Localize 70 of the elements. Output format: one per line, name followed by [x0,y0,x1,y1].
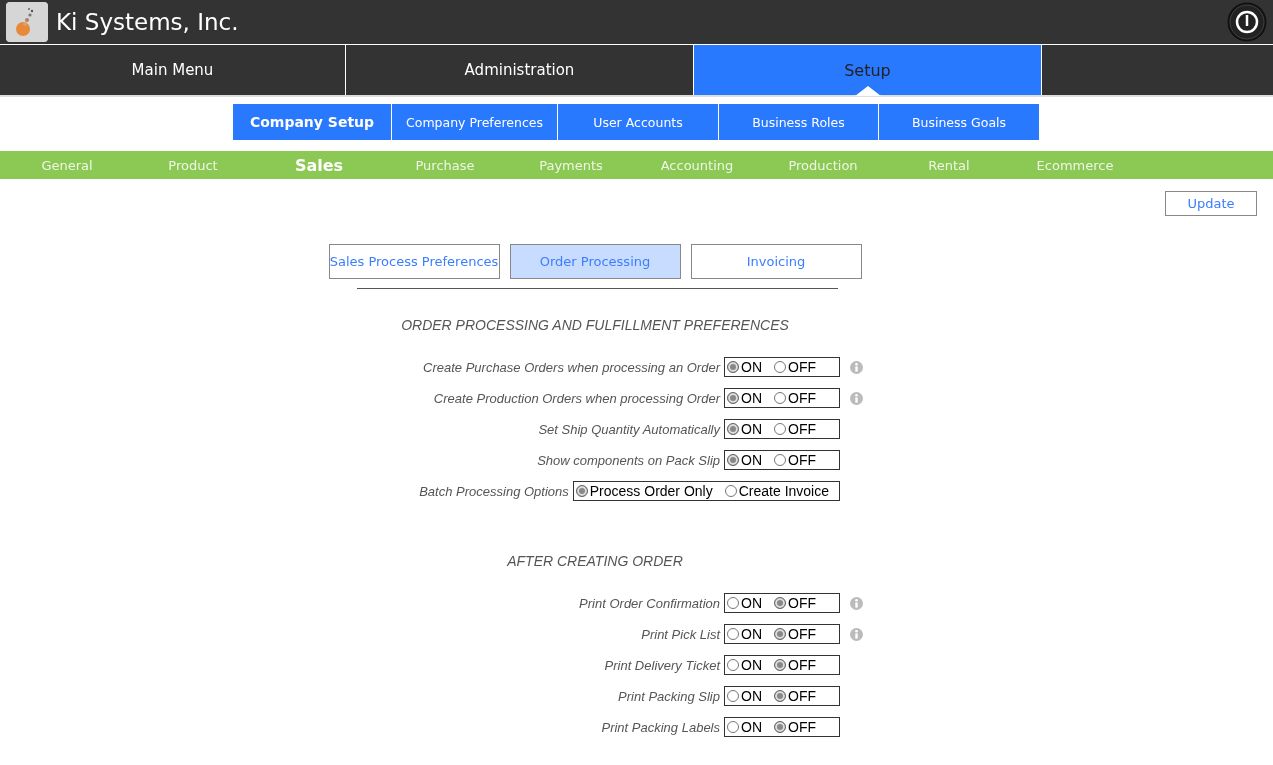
option-label: ON [741,657,762,673]
setting-label: Show components on Pack Slip [536,452,721,468]
setting-label: Create Production Orders when processing Order [432,390,722,406]
radio-button[interactable] [727,361,739,373]
option-label: ON [741,421,762,437]
logo-icon [6,2,48,42]
radio-button[interactable] [727,423,739,435]
radio-button[interactable] [727,721,739,733]
option-label: Process Order Only [589,483,713,499]
update-button[interactable]: Update [1165,191,1257,216]
section-tab[interactable]: Invoicing [690,244,862,279]
setting-label: Print Pick List [640,626,722,642]
radio-button[interactable] [774,454,786,466]
option-label: ON [741,452,762,468]
section-heading: AFTER CREATING ORDER [506,553,684,569]
setting-label: Set Ship Quantity Automatically [537,421,722,437]
option-label: OFF [788,359,816,375]
radio-button[interactable] [774,423,786,435]
option-label: OFF [788,688,816,704]
option-label: ON [741,688,762,704]
info-icon[interactable] [850,360,863,374]
option-label: OFF [788,719,816,735]
radio-button[interactable] [727,628,739,640]
setting-label: Create Purchase Orders when processing an Order [422,359,722,375]
radio-button[interactable] [774,361,786,373]
sub-nav-tab[interactable]: User Accounts [558,104,719,140]
radio-button[interactable] [774,690,786,702]
section-tab[interactable]: Order Processing [509,244,681,279]
option-label: ON [741,390,762,406]
option-label: OFF [788,452,816,468]
info-icon[interactable] [850,596,863,610]
sub-nav-tab[interactable]: Business Goals [879,104,1040,140]
option-label: OFF [788,657,816,673]
power-icon[interactable] [1227,2,1267,42]
setting-label: Print Order Confirmation [578,595,721,611]
option-label: OFF [788,595,816,611]
setting-label: Print Packing Labels [600,719,721,735]
radio-button[interactable] [727,454,739,466]
radio-button[interactable] [727,690,739,702]
option-label: ON [741,719,762,735]
company-name: Ki Systems, Inc. [56,9,240,35]
section-heading: ORDER PROCESSING AND FULFILLMENT PREFERENCES [400,317,790,333]
radio-button[interactable] [774,659,786,671]
option-label: OFF [788,390,816,406]
main-nav-tab[interactable]: Setup [694,45,1042,95]
radio-button[interactable] [727,597,739,609]
info-icon[interactable] [850,391,863,405]
setting-label: Print Packing Slip [617,688,721,704]
section-tab[interactable]: Sales Process Preferences [328,244,500,279]
radio-button[interactable] [727,392,739,404]
sub-nav-tab[interactable]: Company Preferences [392,104,558,140]
radio-button[interactable] [774,392,786,404]
option-label: ON [741,595,762,611]
radio-button[interactable] [774,628,786,640]
radio-button[interactable] [774,597,786,609]
option-label: ON [741,626,762,642]
sub-nav-tab[interactable]: Business Roles [719,104,879,140]
radio-button[interactable] [575,485,588,497]
option-label: ON [741,359,762,375]
radio-button[interactable] [774,721,786,733]
radio-button[interactable] [727,659,739,671]
option-label: Create Invoice [738,483,829,499]
option-label: OFF [788,626,816,642]
option-label: OFF [788,421,816,437]
radio-button[interactable] [724,485,737,497]
info-icon[interactable] [850,627,863,641]
setting-label: Batch Processing Options [418,483,570,499]
setting-label: Print Delivery Ticket [603,657,722,673]
category-tab[interactable]: Sales [256,151,382,179]
sub-nav-tab[interactable]: Company Setup [233,104,392,140]
